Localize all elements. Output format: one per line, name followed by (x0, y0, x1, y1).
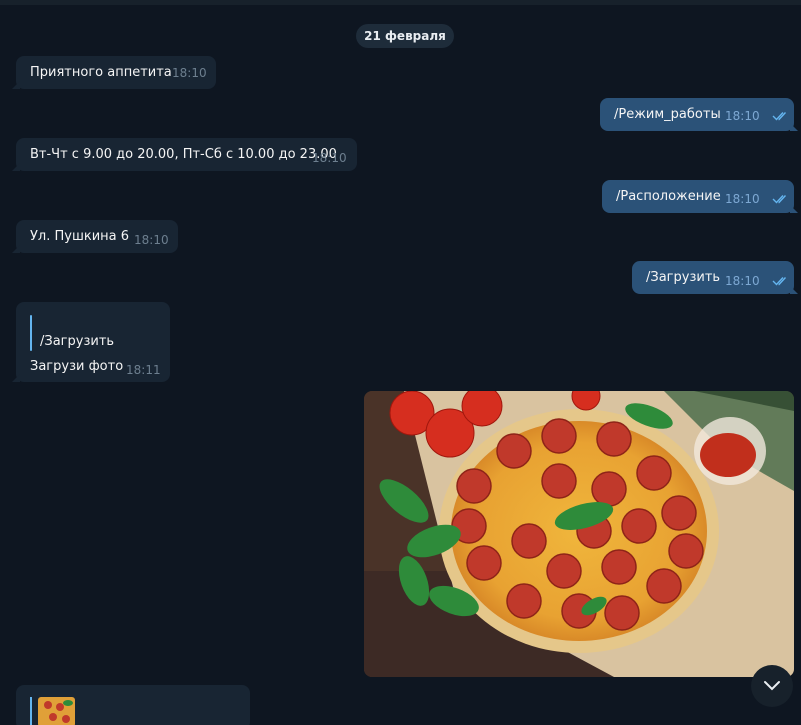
top-divider (0, 0, 801, 5)
bubble-tail (12, 245, 20, 253)
message-time: 18:10 (725, 192, 760, 206)
bubble-tail (790, 286, 798, 294)
scroll-to-bottom-button[interactable] (751, 665, 793, 707)
message-time: 18:11 (126, 363, 161, 377)
double-check-icon (772, 195, 787, 204)
reply-quote-bar (30, 315, 32, 351)
message-text: /Режим_работы (614, 107, 721, 122)
message-time: 18:10 (172, 66, 207, 80)
message-incoming-reply[interactable]: /Загрузить Загрузи фото 18:11 (12, 302, 170, 382)
message-text: /Расположение (616, 189, 721, 204)
double-check-icon (772, 277, 787, 286)
bubble-tail (790, 205, 798, 213)
reply-quote-bar (30, 697, 32, 725)
pizza-photo (364, 391, 794, 677)
reply-photo-thumbnail (38, 697, 75, 725)
message-outgoing[interactable]: /Расположение 18:10 (602, 180, 798, 213)
bubble-tail (12, 374, 20, 382)
message-incoming[interactable]: Приятного аппетита 18:10 (12, 56, 216, 89)
message-time: 18:10 (725, 274, 760, 288)
chevron-down-icon (764, 681, 780, 691)
message-incoming-reply[interactable] (16, 685, 250, 725)
message-text: Ул. Пушкина 6 (30, 229, 130, 244)
message-text: Приятного аппетита (30, 65, 172, 80)
message-time: 18:10 (725, 109, 760, 123)
bubble-tail (12, 163, 20, 171)
message-incoming[interactable]: Вт-Чт с 9.00 до 20.00, Пт-Сб с 10.00 до … (12, 138, 357, 171)
message-text: Загрузи фото (30, 359, 124, 374)
bubble-tail (12, 81, 20, 89)
message-text: /Загрузить (646, 270, 721, 285)
message-outgoing[interactable]: /Загрузить 18:10 (632, 261, 798, 294)
photo-message[interactable] (364, 391, 794, 677)
message-time: 18:10 (134, 233, 169, 247)
reply-quote-text[interactable]: /Загрузить (40, 334, 114, 349)
message-outgoing[interactable]: /Режим_работы 18:10 (600, 98, 798, 131)
message-text: Вт-Чт с 9.00 до 20.00, Пт-Сб с 10.00 до … (30, 147, 337, 162)
date-separator: 21 февраля (356, 24, 454, 48)
message-time: 18:10 (312, 151, 347, 165)
bubble-tail (790, 123, 798, 131)
message-incoming[interactable]: Ул. Пушкина 6 18:10 (12, 220, 178, 253)
double-check-icon (772, 112, 787, 121)
